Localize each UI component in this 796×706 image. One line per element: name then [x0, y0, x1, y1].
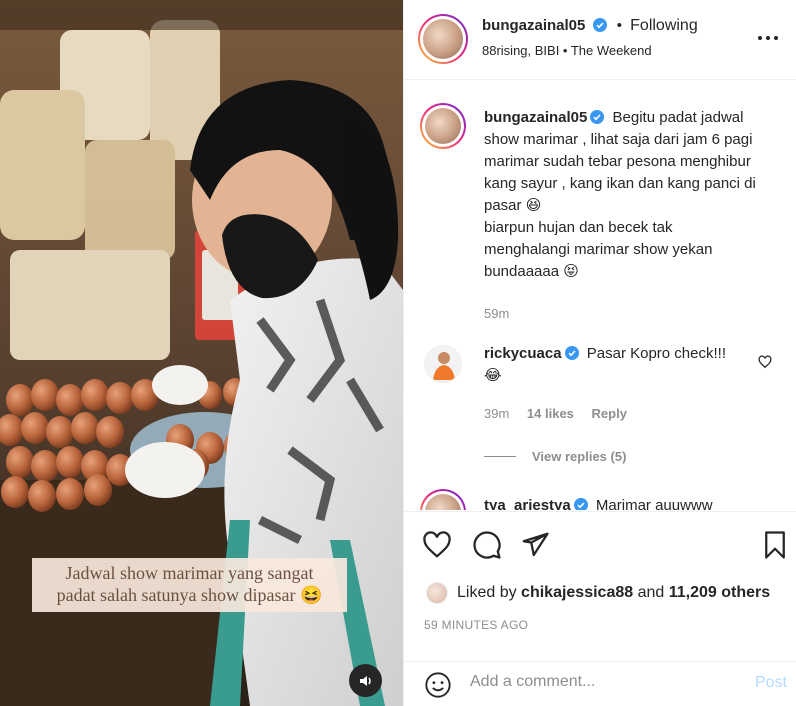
- caption-line: Begitu padat jadwal: [612, 109, 744, 126]
- comment-time[interactable]: 39m: [484, 406, 509, 421]
- post-comment-button[interactable]: Post: [755, 674, 787, 692]
- comment-body: Pasar Kopro check!!!: [586, 345, 726, 362]
- caption-overlay-line2: padat salah satunya show dipasar 😆: [56, 585, 323, 605]
- comment-body: Marimar auuwww: [595, 497, 713, 510]
- comments-section[interactable]: bungazainal05 Begitu padat jadwal show m…: [404, 81, 796, 510]
- post-actions: Liked by chikajessica88 and 11,209 other…: [404, 511, 796, 661]
- caption-line: marimar sudah tebar pesona menghibur: [484, 153, 751, 170]
- reply-button[interactable]: Reply: [592, 406, 627, 421]
- view-replies-button[interactable]: View replies (5): [484, 449, 626, 464]
- share-paper-plane-icon[interactable]: [520, 530, 550, 560]
- caption-line: biarpun hujan dan becek tak: [484, 219, 673, 236]
- comment-avatar-ring[interactable]: [420, 489, 466, 510]
- verified-badge-icon: [590, 110, 605, 124]
- verified-badge-icon: [592, 18, 607, 32]
- post-media[interactable]: Jadwal show marimar yang sangat padat sa…: [0, 0, 403, 706]
- comment-username[interactable]: tya_ariestya: [484, 497, 571, 510]
- video-caption-overlay: Jadwal show marimar yang sangat padat sa…: [32, 558, 347, 612]
- comment-like-heart-icon[interactable]: [758, 355, 772, 369]
- view-replies-label: View replies (5): [532, 449, 627, 464]
- more-horizontal-icon: [758, 36, 778, 40]
- replies-divider: [484, 456, 516, 457]
- caption-line: menghalangi marimar show yekan: [484, 241, 713, 258]
- comment-bubble-icon[interactable]: [472, 530, 502, 560]
- liked-by-and: and: [637, 584, 665, 601]
- caption-username[interactable]: bungazainal05: [484, 109, 587, 126]
- liked-by-prefix: Liked by: [457, 584, 517, 601]
- emoji-smiley-icon[interactable]: [424, 671, 452, 699]
- verified-badge-icon: [573, 498, 588, 510]
- speaker-icon: [359, 675, 371, 686]
- header-avatar-ring[interactable]: [418, 14, 468, 64]
- post-header: bungazainal05 • Following 88rising, BIBI…: [404, 0, 796, 80]
- comment-username[interactable]: rickycuaca: [484, 345, 562, 362]
- like-heart-icon[interactable]: [422, 530, 452, 560]
- verified-badge-icon: [564, 346, 579, 360]
- liked-by-others[interactable]: 11,209 others: [669, 584, 770, 601]
- post-timestamp[interactable]: 59 MINUTES AGO: [424, 618, 528, 632]
- following-button[interactable]: Following: [630, 17, 698, 34]
- save-bookmark-icon[interactable]: [760, 530, 790, 560]
- caption-line: pasar 😆: [484, 197, 542, 214]
- caption-line: bundaaaaa 😝: [484, 263, 579, 280]
- comment-text: tya_ariestya Marimar auuwww: [484, 495, 789, 510]
- caption-text: bungazainal05 Begitu padat jadwal show m…: [484, 107, 789, 325]
- post-side-panel: bungazainal05 • Following 88rising, BIBI…: [403, 0, 796, 706]
- caption-time[interactable]: 59m: [484, 303, 789, 325]
- caption-avatar-ring[interactable]: [420, 103, 466, 149]
- avatar: [423, 19, 463, 59]
- sound-toggle-button[interactable]: [349, 664, 382, 697]
- liked-by-user[interactable]: chikajessica88: [521, 584, 633, 601]
- likes-summary: Liked by chikajessica88 and 11,209 other…: [457, 584, 770, 602]
- audio-track[interactable]: 88rising, BIBI • The Weekend: [482, 43, 652, 58]
- caption-overlay-line1: Jadwal show marimar yang sangat: [65, 563, 314, 583]
- comment-text: rickycuaca Pasar Kopro check!!! 😂 39m 14…: [484, 343, 789, 425]
- comment-emoji: 😂: [484, 367, 502, 384]
- comment-input[interactable]: [470, 673, 730, 691]
- avatar[interactable]: [424, 345, 462, 383]
- avatar[interactable]: [426, 582, 448, 604]
- comment-likes[interactable]: 14 likes: [527, 406, 574, 421]
- more-options-button[interactable]: [756, 26, 780, 50]
- header-dot: •: [616, 17, 622, 34]
- avatar: [425, 108, 461, 144]
- caption-line: kang sayur , kang ikan dan kang panci di: [484, 175, 756, 192]
- add-comment-bar: Post: [404, 661, 796, 706]
- caption-line: show marimar , lihat saja dari jam 6 pag…: [484, 131, 753, 148]
- header-username[interactable]: bungazainal05: [482, 17, 585, 34]
